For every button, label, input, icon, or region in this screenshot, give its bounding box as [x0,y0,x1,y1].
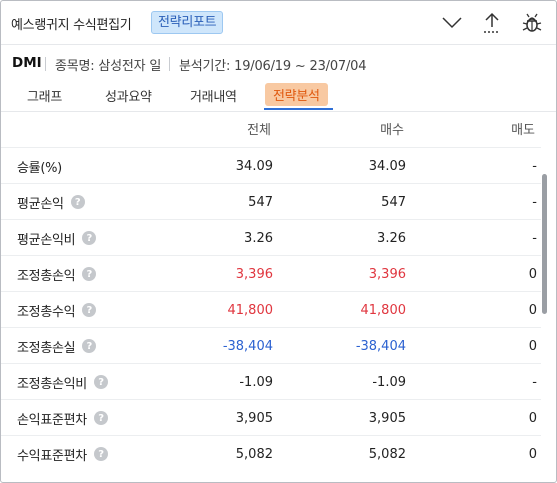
divider [45,57,46,71]
help-question-icon[interactable]: ? [70,195,85,209]
value-buy: 3,905 [368,410,406,426]
value-sell: - [532,230,537,246]
row-label: 수익표준편차? [17,436,108,472]
column-header-buy: 매수 [380,123,404,138]
table-row: 손익표준편차? 3,905 3,905 0 [1,400,541,436]
tab-trade-history[interactable]: 거래내역 [190,86,237,105]
scrollbar-thumb[interactable] [542,174,547,314]
value-all: -38,404 [222,338,273,354]
row-label-text: 평균손익비 [17,232,76,248]
row-label-text: 조정총수익 [17,304,76,320]
table-row: 조정총손실? -38,404 -38,404 0 [1,328,541,364]
value-sell: - [532,158,537,174]
row-label: 승률(%) [17,148,62,184]
tab-performance-summary[interactable]: 성과요약 [105,86,152,105]
row-label-text: 조정총손익 [17,268,76,284]
row-label: 조정총손익비? [17,364,108,400]
value-sell: - [532,194,537,210]
value-all: 3,905 [235,410,273,426]
bug-debug-icon[interactable] [521,12,543,34]
table-row: 조정총수익? 41,800 41,800 0 [1,292,541,328]
help-question-icon[interactable]: ? [93,411,108,425]
analysis-info-bar: DMI 종목명: 삼성전자 일 분석기간: 19/06/19 ~ 23/07/0… [1,46,556,80]
row-label: 조정총손익? [17,256,97,292]
value-all: 547 [248,194,273,210]
value-all: 3,396 [235,266,273,282]
analysis-period-label: 분석기간: 19/06/19 ~ 23/07/04 [179,59,367,74]
row-label-text: 평균손익 [17,196,64,212]
row-label: 평균손익? [17,184,85,220]
table-row: 조정총손익비? -1.09 -1.09 - [1,364,541,400]
value-all: -1.09 [239,374,273,390]
strategy-report-badge[interactable]: 전략리포트 [151,11,224,34]
divider [169,57,170,71]
value-all: 41,800 [227,302,274,318]
value-buy: 3,396 [368,266,406,282]
table-row: 평균손익? 547 547 - [1,184,541,220]
symbol-label: 종목명: 삼성전자 일 [55,59,162,74]
column-header-sell: 매도 [511,123,535,138]
help-question-icon[interactable]: ? [82,339,97,353]
app-title: 예스랭귀지 수식편집기 [11,18,132,33]
row-label-text: 승률(%) [17,160,62,176]
value-sell: - [532,374,537,390]
row-label: 평균손익비? [17,220,97,256]
row-label: 손익표준편차? [17,400,108,436]
value-buy: 34.09 [368,158,406,174]
value-buy: -38,404 [355,338,406,354]
column-header-all: 전체 [247,123,271,138]
table-row: 평균손익비? 3.26 3.26 - [1,220,541,256]
report-tabs: 그래프 성과요약 거래내역 전략분석 [1,81,556,111]
tab-graph[interactable]: 그래프 [27,86,62,105]
value-all: 3.26 [244,230,273,246]
value-all: 34.09 [235,158,273,174]
value-buy: 5,082 [368,446,406,462]
table-header: 전체 매수 매도 [1,112,556,144]
row-label-text: 조정총손실 [17,340,76,356]
title-bar: 예스랭귀지 수식편집기 전략리포트 [1,1,556,45]
row-label-text: 손익표준편차 [17,412,87,428]
help-question-icon[interactable]: ? [82,303,97,317]
strategy-report-window: 예스랭귀지 수식편집기 전략리포트 DMI 종목명: 삼성전자 일 분석기간: … [0,0,557,483]
table-row: 수익표준편차? 5,082 5,082 0 [1,436,541,472]
value-sell: 0 [528,410,537,426]
help-question-icon[interactable]: ? [93,375,108,389]
value-sell: 0 [528,302,537,318]
row-label: 조정총손실? [17,328,97,364]
row-label-text: 조정총손익비 [17,376,87,392]
table-row: 승률(%) 34.09 34.09 - [1,148,541,184]
table-row: 조정총손익? 3,396 3,396 0 [1,256,541,292]
value-buy: -1.09 [372,374,406,390]
value-buy: 3.26 [377,230,406,246]
export-upload-icon[interactable] [481,12,503,34]
row-label: 조정총수익? [17,292,97,328]
table-body: 총손실-32,300-32,3000승률(%)34.0934.09-평균손익?5… [1,123,541,472]
chevron-down-icon[interactable] [441,12,463,34]
indicator-name: DMI [12,55,42,71]
row-label-text: 수익표준편차 [17,448,87,464]
help-question-icon[interactable]: ? [93,447,108,461]
tab-strategy-analysis[interactable]: 전략분석 [265,83,328,106]
help-question-icon[interactable]: ? [82,267,97,281]
value-buy: 41,800 [360,302,407,318]
value-sell: 0 [528,446,537,462]
help-question-icon[interactable]: ? [82,231,97,245]
strategy-analysis-table: 총손실-32,300-32,3000승률(%)34.0934.09-평균손익?5… [1,111,556,482]
value-buy: 547 [381,194,406,210]
value-all: 5,082 [235,446,273,462]
value-sell: 0 [528,338,537,354]
value-sell: 0 [528,266,537,282]
active-tab-indicator [264,108,333,110]
